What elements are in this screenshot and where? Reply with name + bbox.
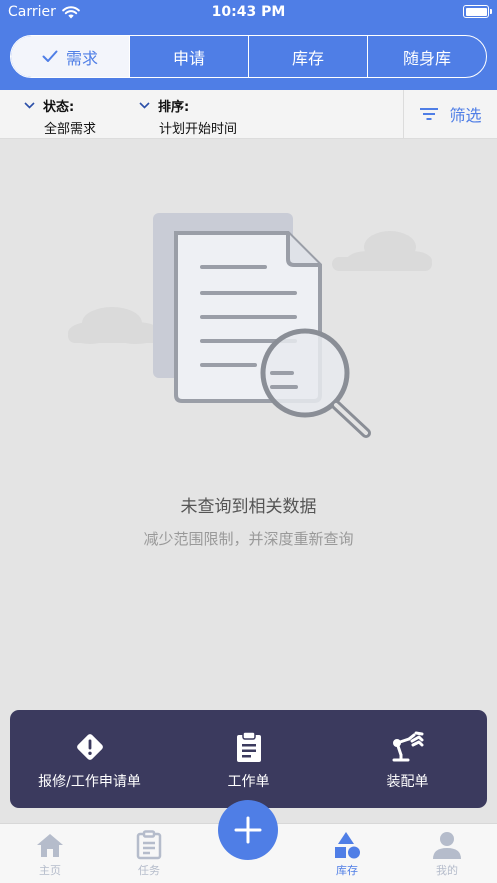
tab-portable-inventory[interactable]: 随身库: [367, 36, 486, 77]
clock: 10:43 PM: [211, 4, 286, 20]
quick-action-sheet: 报修/工作申请单 工作单 装配单: [10, 710, 487, 815]
robot-arm-icon: [392, 731, 423, 762]
status-bar: Carrier 10:43 PM: [0, 0, 497, 26]
tab-application[interactable]: 申请: [129, 36, 248, 77]
sort-filter-value: 计划开始时间: [159, 122, 238, 137]
work-order-action[interactable]: 工作单: [169, 710, 328, 808]
warning-diamond-icon: [76, 734, 103, 760]
status-filter[interactable]: 状态: 全部需求: [24, 96, 96, 137]
tab-profile[interactable]: 我的: [407, 830, 487, 878]
filter-button[interactable]: 筛选: [403, 90, 497, 138]
status-filter-value: 全部需求: [44, 122, 97, 137]
tab-label: 我的: [436, 864, 458, 877]
checkmark-icon: [42, 50, 58, 62]
sort-filter-label: 排序:: [158, 100, 190, 115]
sort-filter[interactable]: 排序: 计划开始时间: [139, 96, 237, 137]
filter-button-label: 筛选: [449, 106, 482, 125]
tab-label: 任务: [138, 864, 160, 877]
tab-inventory[interactable]: 库存: [248, 36, 367, 77]
plus-icon: [234, 816, 262, 844]
action-label: 工作单: [227, 774, 270, 790]
battery-icon: [463, 5, 492, 18]
chevron-down-icon: [139, 102, 150, 109]
tab-label: 库存: [336, 864, 358, 877]
status-filter-label: 状态:: [43, 100, 75, 115]
clipboard-icon: [236, 731, 261, 762]
task-clipboard-icon: [136, 830, 162, 860]
action-label: 装配单: [386, 774, 429, 790]
tab-inventory-bottom[interactable]: 库存: [307, 830, 387, 878]
person-icon: [433, 832, 461, 859]
add-button[interactable]: [218, 800, 278, 860]
assembly-order-action[interactable]: 装配单: [328, 710, 487, 808]
empty-state-title: 未查询到相关数据: [180, 497, 317, 517]
home-icon: [37, 834, 63, 857]
empty-document-search-illustration: [68, 213, 432, 438]
tab-tasks[interactable]: 任务: [109, 830, 189, 878]
shapes-icon: [335, 832, 360, 859]
tab-label: 随身库: [402, 48, 451, 68]
tab-label: 申请: [172, 48, 205, 68]
tab-home[interactable]: 主页: [10, 830, 90, 878]
filter-icon: [420, 108, 439, 120]
segmented-tabs: 需求 申请 库存 随身库: [10, 35, 487, 78]
tab-label: 库存: [291, 48, 324, 68]
nav-header: 需求 申请 库存 随身库: [0, 26, 497, 90]
filter-bar: 状态: 全部需求 排序: 计划开始时间 筛选: [0, 90, 497, 139]
tab-label: 需求: [65, 48, 98, 68]
tab-demand[interactable]: 需求: [11, 36, 129, 77]
action-label: 报修/工作申请单: [38, 774, 141, 790]
chevron-down-icon: [24, 102, 35, 109]
tab-label: 主页: [39, 864, 61, 877]
empty-state-subtitle: 减少范围限制，并深度重新查询: [143, 530, 354, 548]
repair-request-action[interactable]: 报修/工作申请单: [10, 710, 169, 808]
